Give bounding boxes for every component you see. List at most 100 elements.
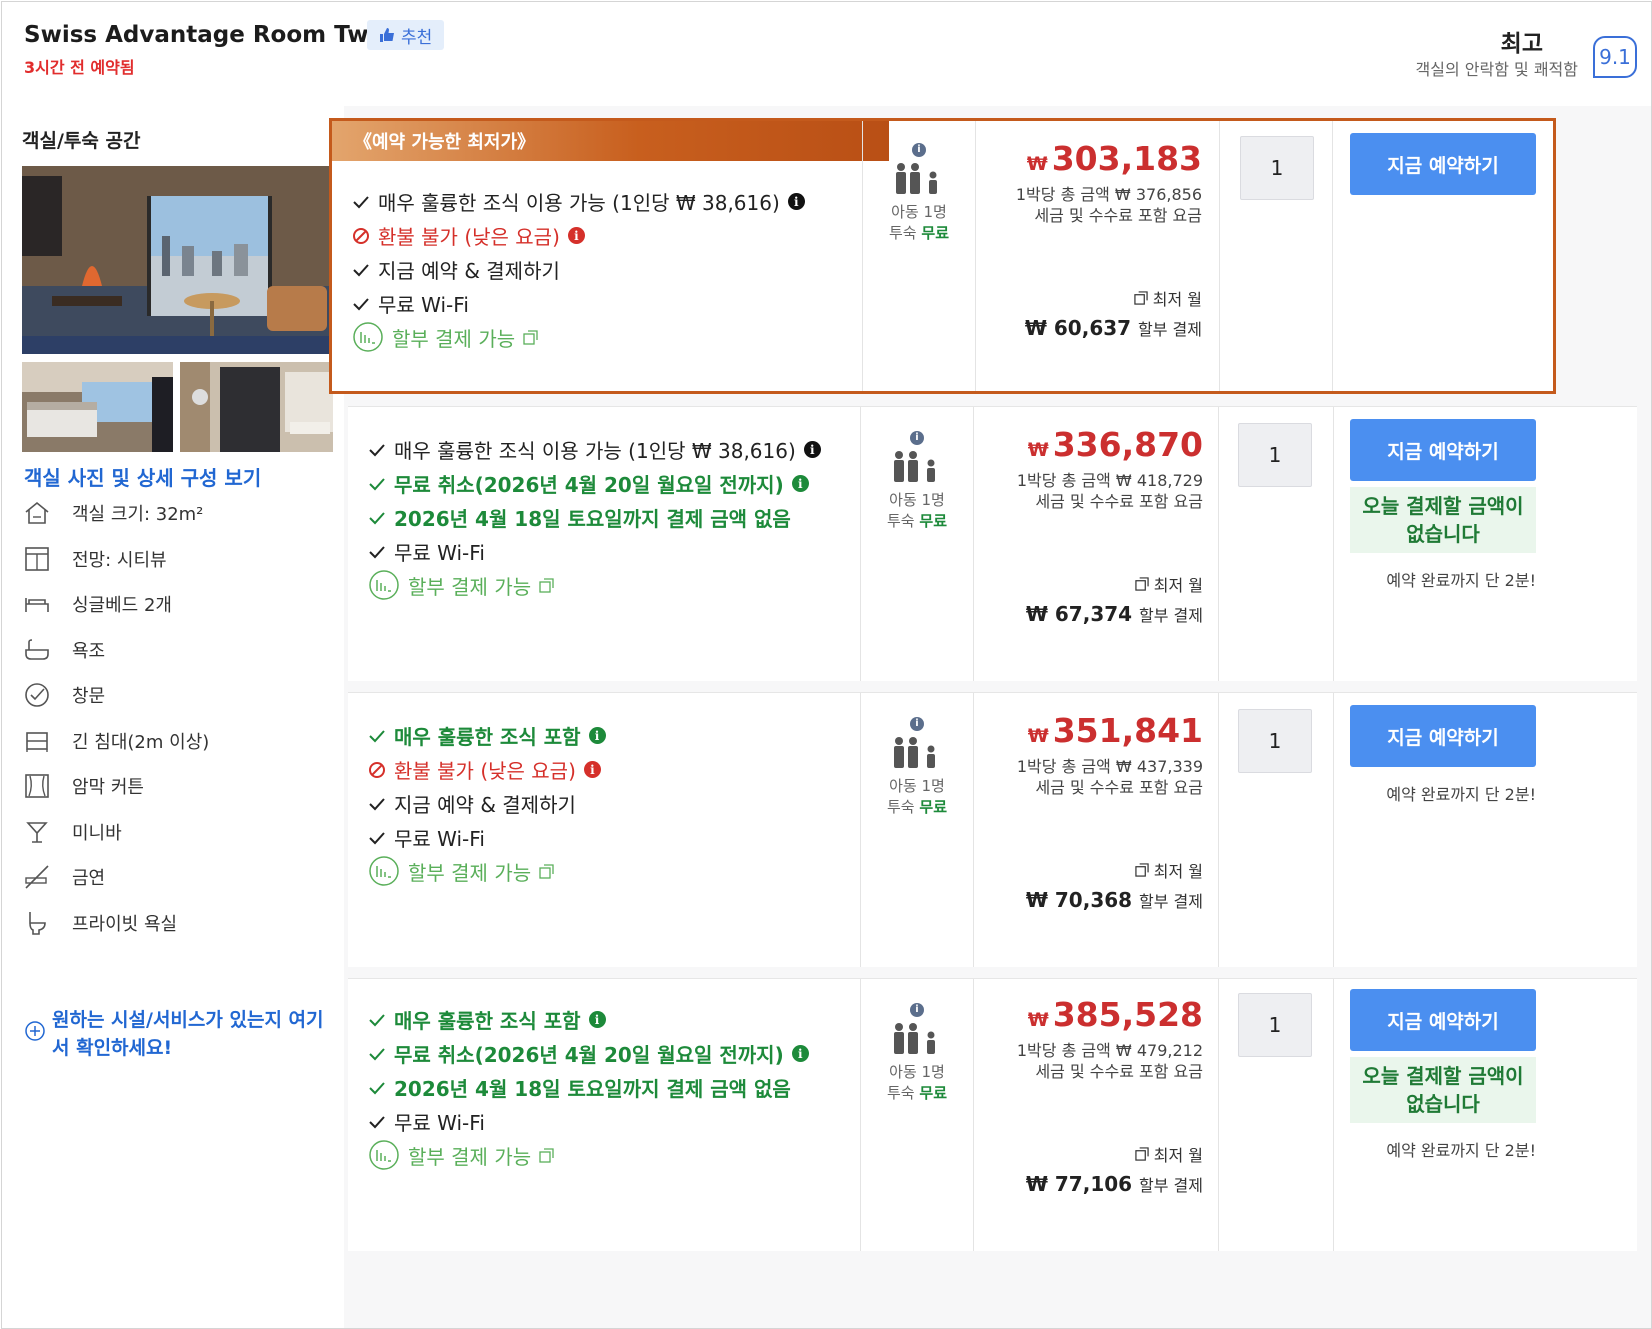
price: ₩385,528 — [1027, 995, 1203, 1034]
check-icon — [369, 477, 385, 490]
guest-info: i 아동 1명 투숙 무료 — [861, 425, 973, 531]
feature-text: 환불 불가 (낮은 요금) — [394, 759, 576, 783]
toilet-icon — [22, 908, 52, 938]
price-block: ₩351,841 1박당 총 금액 ₩ 437,339 세금 및 수수료 포함 … — [958, 711, 1203, 912]
price-total: 1박당 총 금액 ₩ 479,212 — [1016, 1041, 1203, 1060]
check-icon — [369, 1115, 385, 1128]
family-icon — [861, 1021, 973, 1061]
lowest-price-tag: 《예약 가능한 최저가》 — [332, 121, 889, 161]
monthly-header: 최저 월 — [958, 858, 1203, 882]
info-icon[interactable]: i — [910, 1002, 924, 1017]
feature-pay-later: 2026년 4월 18일 토요일까지 결제 금액 없음 — [368, 1073, 791, 1102]
amenity-window: 창문 — [22, 678, 105, 712]
room-photo-thumbnail[interactable] — [22, 362, 173, 452]
no-smoking-icon — [22, 862, 52, 892]
cocktail-icon — [22, 817, 52, 847]
score-subtitle: 객실의 안락함 및 쾌적함 — [1415, 60, 1578, 79]
room-photo-thumbnail[interactable] — [180, 362, 333, 452]
guest-info: i 아동 1명 투숙 무료 — [861, 997, 973, 1103]
feature-text: 지금 예약 & 결제하기 — [394, 793, 576, 817]
info-icon[interactable]: i — [588, 727, 606, 744]
info-icon[interactable]: i — [791, 475, 809, 492]
price-tax-note: 세금 및 수수료 포함 요금 — [1035, 492, 1203, 511]
installment-icon — [369, 570, 399, 600]
price-tax-note: 세금 및 수수료 포함 요금 — [1035, 778, 1203, 797]
amenity-bathtub: 욕조 — [22, 633, 105, 667]
no-pay-today-notice: 오늘 결제할 금액이 없습니다 — [1350, 487, 1536, 553]
amenity-label: 창문 — [72, 686, 106, 707]
room-quantity-select[interactable]: 1 — [1238, 423, 1312, 487]
check-facilities-link[interactable]: 원하는 시설/서비스가 있는지 여기서 확인하세요! — [24, 1006, 339, 1062]
feature-wifi: 무료 Wi-Fi — [368, 537, 485, 566]
recent-booking-notice: 3시간 전 예약됨 — [24, 58, 135, 77]
feature-text: 무료 Wi-Fi — [394, 541, 485, 565]
price: ₩351,841 — [1027, 711, 1203, 750]
book-now-button[interactable]: 지금 예약하기 — [1350, 989, 1536, 1051]
amenity-label: 긴 침대(2m 이상) — [72, 732, 210, 753]
amenity-minibar: 미니바 — [22, 815, 122, 849]
feature-text: 무료 취소(2026년 4월 20일 월요일 전까지) — [394, 473, 784, 497]
amenity-label: 암막 커튼 — [72, 777, 144, 798]
installment-text: 할부 결제 가능 — [392, 326, 516, 351]
feature-text: 2026년 4월 18일 토요일까지 결제 금액 없음 — [394, 1077, 791, 1101]
check-icon — [353, 195, 369, 208]
amenity-private-bath: 프라이빗 욕실 — [22, 906, 177, 940]
room-main-photo[interactable] — [22, 166, 333, 354]
book-now-button[interactable]: 지금 예약하기 — [1350, 133, 1536, 195]
feature-text: 2026년 4월 18일 토요일까지 결제 금액 없음 — [394, 507, 791, 531]
family-icon — [861, 735, 973, 775]
external-link-icon — [539, 577, 554, 593]
info-icon[interactable]: i — [583, 761, 601, 778]
info-icon[interactable]: i — [803, 441, 821, 458]
info-icon[interactable]: i — [791, 1045, 809, 1062]
feature-free-cancel: 무료 취소(2026년 4월 20일 월요일 전까지) i — [368, 469, 809, 498]
feature-text: 환불 불가 (낮은 요금) — [378, 225, 560, 249]
book-now-button[interactable]: 지금 예약하기 — [1350, 705, 1536, 767]
installment-link[interactable]: 할부 결제 가능 — [368, 569, 554, 601]
external-link-icon — [1134, 863, 1149, 877]
room-quantity-select[interactable]: 1 — [1240, 136, 1314, 200]
score-badge[interactable]: 9.1 — [1593, 36, 1637, 78]
info-icon[interactable]: i — [910, 716, 924, 731]
amenity-label: 싱글베드 2개 — [72, 595, 172, 616]
check-icon — [353, 263, 369, 276]
installment-link[interactable]: 할부 결제 가능 — [352, 321, 538, 353]
minutes-left-notice: 예약 완료까지 단 2분! — [1386, 571, 1536, 590]
installment-link[interactable]: 할부 결제 가능 — [368, 1139, 554, 1171]
check-icon — [369, 1013, 385, 1026]
info-icon[interactable]: i — [912, 142, 926, 157]
guest-stay-free: 투숙 무료 — [887, 797, 947, 816]
guest-info: i 아동 1명 투숙 무료 — [861, 711, 973, 817]
info-icon[interactable]: i — [567, 227, 585, 244]
price: ₩336,870 — [1027, 425, 1203, 464]
installment-text: 할부 결제 가능 — [408, 860, 532, 885]
recommend-label: 추천 — [401, 27, 433, 48]
room-quantity-select[interactable]: 1 — [1238, 709, 1312, 773]
room-quantity-select[interactable]: 1 — [1238, 993, 1312, 1057]
feature-refund: 환불 불가 (낮은 요금) i — [352, 221, 585, 250]
ban-icon — [369, 761, 385, 778]
amenity-no-smoking: 금연 — [22, 860, 105, 894]
window-view-icon — [22, 544, 52, 574]
guest-children: 아동 1명 — [889, 776, 945, 795]
room-card: Swiss Advantage Room Twin 추천 3시간 전 예약됨 최… — [1, 1, 1652, 1329]
info-icon[interactable]: i — [588, 1011, 606, 1028]
price-block: ₩303,183 1박당 총 금액 ₩ 376,856 세금 및 수수료 포함 … — [957, 139, 1202, 340]
monthly-header: 최저 월 — [958, 1142, 1203, 1166]
installment-text: 할부 결제 가능 — [408, 1144, 532, 1169]
price-tax-note: 세금 및 수수료 포함 요금 — [1035, 1062, 1203, 1081]
price-total: 1박당 총 금액 ₩ 437,339 — [1016, 757, 1203, 776]
room-header: Swiss Advantage Room Twin 추천 3시간 전 예약됨 최… — [2, 2, 1651, 106]
feature-text: 무료 Wi-Fi — [394, 1111, 485, 1135]
no-pay-today-notice: 오늘 결제할 금액이 없습니다 — [1350, 1057, 1536, 1123]
amenity-curtain: 암막 커튼 — [22, 769, 144, 803]
installment-link[interactable]: 할부 결제 가능 — [368, 855, 554, 887]
info-icon[interactable]: i — [787, 193, 805, 210]
book-now-button[interactable]: 지금 예약하기 — [1350, 419, 1536, 481]
room-details-link[interactable]: 객실 사진 및 상세 구성 보기 — [24, 462, 261, 491]
info-icon[interactable]: i — [910, 430, 924, 445]
feature-text: 무료 취소(2026년 4월 20일 월요일 전까지) — [394, 1043, 784, 1067]
monthly-header: 최저 월 — [957, 286, 1202, 310]
monthly-header: 최저 월 — [958, 572, 1203, 596]
installment-icon — [369, 1140, 399, 1170]
